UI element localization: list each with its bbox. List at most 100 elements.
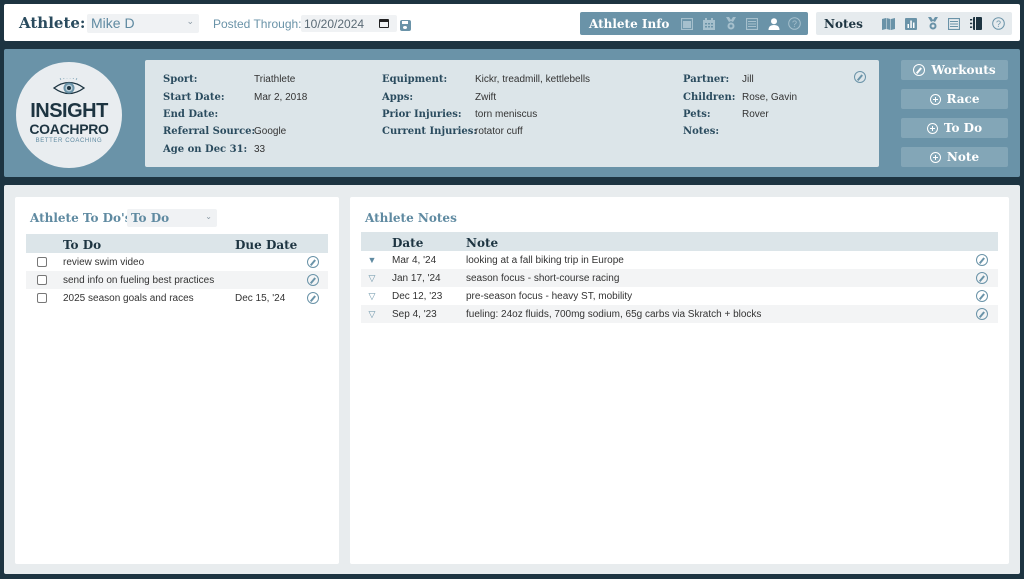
info-value: rotator cuff bbox=[475, 126, 523, 137]
info-value: Rose, Gavin bbox=[742, 92, 798, 103]
note-text: season focus - short-course racing bbox=[466, 269, 976, 287]
todo-text: send info on fueling best practices bbox=[63, 271, 235, 289]
svg-text:?: ? bbox=[996, 19, 1001, 29]
main-area: Athlete To Do's: To Do ⌄ To Do Due Date … bbox=[4, 185, 1020, 574]
todos-panel: Athlete To Do's: To Do ⌄ To Do Due Date … bbox=[15, 197, 339, 564]
notes-header-row: Date Note bbox=[361, 232, 998, 251]
info-label: Prior Injuries: bbox=[382, 109, 462, 120]
pin-icon[interactable]: ▽ bbox=[367, 291, 377, 302]
todo-checkbox[interactable] bbox=[37, 256, 47, 267]
notes-title[interactable]: Notes bbox=[824, 17, 863, 31]
notes-panel: Athlete Notes Date Note ▼ Mar 4, '24 loo… bbox=[350, 197, 1009, 564]
athlete-info-title[interactable]: Athlete Info bbox=[589, 17, 669, 31]
pin-icon[interactable]: ▽ bbox=[367, 273, 377, 284]
info-label: Start Date: bbox=[163, 92, 225, 103]
edit-note-icon[interactable] bbox=[976, 254, 988, 266]
edit-note-icon[interactable] bbox=[976, 290, 988, 302]
info-value: 33 bbox=[254, 144, 266, 155]
save-icon[interactable] bbox=[400, 20, 411, 31]
info-value: Mar 2, 2018 bbox=[254, 92, 308, 103]
note-col-header: Note bbox=[466, 232, 976, 251]
notes-panel-title: Athlete Notes bbox=[365, 211, 457, 225]
insight-coachpro-logo: INSIGHT COACHPRO BETTER COACHING bbox=[16, 62, 122, 168]
pinned-icon[interactable]: ▼ bbox=[367, 255, 377, 265]
svg-text:?: ? bbox=[792, 19, 797, 29]
athlete-select[interactable]: Mike D ⌄ bbox=[87, 14, 199, 33]
athlete-info-card: Sport: Triathlete Start Date: Mar 2, 201… bbox=[145, 60, 879, 167]
note-text: looking at a fall biking trip in Europe bbox=[466, 254, 624, 266]
workouts-button[interactable]: Workouts bbox=[901, 60, 1008, 80]
info-label: Referral Source: bbox=[163, 126, 256, 137]
info-value: Zwift bbox=[475, 92, 497, 103]
posted-through-value: 10/20/2024 bbox=[304, 17, 365, 31]
table-icon[interactable] bbox=[745, 17, 758, 30]
info-label: Apps: bbox=[382, 92, 414, 103]
table-row: ▽ Sep 4, '23 fueling: 24oz fluids, 700mg… bbox=[361, 305, 998, 323]
todo-text: 2025 season goals and races bbox=[63, 292, 194, 304]
notes-table: Date Note ▼ Mar 4, '24 looking at a fall… bbox=[361, 232, 998, 323]
athlete-info-toolbar: Athlete Info ? bbox=[580, 12, 808, 35]
calendar-icon[interactable] bbox=[702, 17, 715, 30]
edit-athlete-info-icon[interactable] bbox=[854, 71, 866, 83]
help-icon[interactable]: ? bbox=[992, 17, 1005, 30]
athlete-selected-value: Mike D bbox=[91, 15, 135, 31]
edit-todo-icon[interactable] bbox=[307, 256, 319, 268]
todo-due bbox=[235, 253, 307, 271]
info-label: Pets: bbox=[683, 109, 711, 120]
info-value: torn meniscus bbox=[475, 109, 538, 120]
note-date: Mar 4, '24 bbox=[392, 254, 437, 266]
todo-checkbox[interactable] bbox=[37, 274, 47, 285]
posted-through-date-input[interactable]: 10/20/2024 bbox=[301, 15, 397, 32]
window-icon[interactable] bbox=[680, 17, 693, 30]
note-text: pre-season focus - heavy ST, mobility bbox=[466, 290, 633, 302]
info-label: Sport: bbox=[163, 74, 198, 85]
add-race-button[interactable]: Race bbox=[901, 89, 1008, 109]
todo-due bbox=[235, 271, 307, 289]
info-value: Jill bbox=[742, 74, 754, 85]
edit-col-header bbox=[307, 234, 328, 253]
edit-note-icon[interactable] bbox=[976, 272, 988, 284]
edit-todo-icon[interactable] bbox=[307, 274, 319, 286]
table-row: 2025 season goals and races Dec 15, '24 bbox=[26, 289, 328, 307]
edit-todo-icon[interactable] bbox=[307, 292, 319, 304]
map-icon[interactable] bbox=[882, 17, 895, 30]
table-row: send info on fueling best practices bbox=[26, 271, 328, 289]
table-row: review swim video bbox=[26, 253, 328, 271]
add-todo-button[interactable]: To Do bbox=[901, 118, 1008, 138]
plus-circle-icon bbox=[929, 151, 941, 163]
edit-col-header bbox=[976, 232, 998, 251]
todo-text: review swim video bbox=[63, 256, 145, 268]
todos-title: Athlete To Do's: bbox=[30, 211, 136, 225]
table-row: ▼ Mar 4, '24 looking at a fall biking tr… bbox=[361, 251, 998, 269]
help-icon[interactable]: ? bbox=[788, 17, 801, 30]
edit-note-icon[interactable] bbox=[976, 308, 988, 320]
checkbox-col-header bbox=[26, 234, 63, 253]
todo-filter-select[interactable]: To Do ⌄ bbox=[127, 209, 217, 227]
todo-checkbox[interactable] bbox=[37, 292, 47, 303]
bar-chart-icon[interactable] bbox=[904, 17, 917, 30]
edit-circle-icon bbox=[913, 64, 926, 76]
info-value: Rover bbox=[742, 109, 769, 120]
pin-col-header bbox=[361, 232, 392, 251]
table-row: ▽ Dec 12, '23 pre-season focus - heavy S… bbox=[361, 287, 998, 305]
person-icon[interactable] bbox=[767, 17, 780, 30]
info-label: Partner: bbox=[683, 74, 730, 85]
notebook-icon[interactable] bbox=[969, 17, 982, 30]
note-date: Jan 17, '24 bbox=[392, 269, 466, 287]
pin-icon[interactable]: ▽ bbox=[367, 309, 377, 320]
medal-icon[interactable] bbox=[926, 17, 939, 30]
chevron-down-icon: ⌄ bbox=[205, 212, 212, 221]
info-label: Notes: bbox=[683, 126, 720, 137]
todo-due: Dec 15, '24 bbox=[235, 292, 286, 304]
info-value: Triathlete bbox=[254, 74, 296, 85]
table-icon[interactable] bbox=[947, 17, 960, 30]
medal-icon[interactable] bbox=[724, 17, 737, 30]
todo-filter-value: To Do bbox=[131, 211, 170, 225]
note-date: Dec 12, '23 bbox=[392, 290, 443, 302]
add-note-button[interactable]: Note bbox=[901, 147, 1008, 167]
date-col-header: Date bbox=[392, 232, 466, 251]
chevron-down-icon: ⌄ bbox=[186, 16, 194, 26]
todo-col-header: To Do bbox=[63, 234, 235, 253]
calendar-picker-icon[interactable] bbox=[379, 19, 389, 28]
table-row: ▽ Jan 17, '24 season focus - short-cours… bbox=[361, 269, 998, 287]
